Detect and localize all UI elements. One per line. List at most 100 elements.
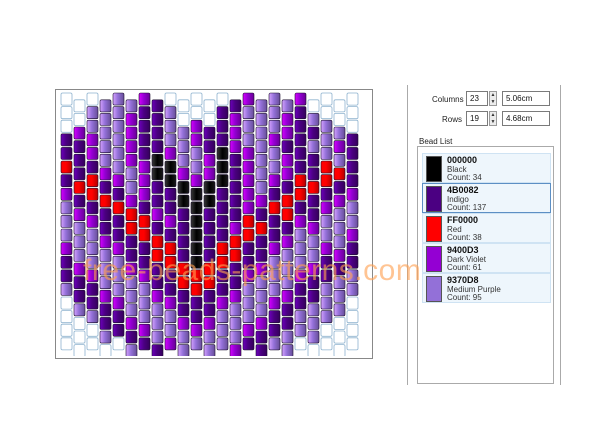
bead[interactable]: [73, 153, 86, 167]
bead[interactable]: [346, 310, 359, 324]
bead[interactable]: [112, 215, 125, 228]
bead[interactable]: [281, 140, 294, 153]
bead[interactable]: [320, 228, 333, 242]
bead[interactable]: [307, 289, 320, 303]
bead[interactable]: [268, 283, 281, 296]
bead[interactable]: [60, 269, 73, 283]
bead[interactable]: [281, 208, 294, 221]
bead[interactable]: [242, 174, 255, 187]
bead[interactable]: [203, 276, 216, 290]
bead[interactable]: [99, 194, 112, 208]
bead[interactable]: [294, 269, 307, 283]
bead[interactable]: [86, 147, 99, 160]
bead[interactable]: [125, 167, 138, 181]
bead[interactable]: [294, 228, 307, 242]
bead[interactable]: [190, 215, 203, 228]
bead[interactable]: [229, 140, 242, 153]
bead[interactable]: [60, 255, 73, 269]
bead[interactable]: [229, 99, 242, 113]
bead[interactable]: [125, 194, 138, 208]
bead[interactable]: [242, 228, 255, 242]
bead[interactable]: [307, 153, 320, 167]
bead[interactable]: [216, 228, 229, 242]
bead[interactable]: [281, 221, 294, 235]
bead[interactable]: [99, 249, 112, 262]
bead[interactable]: [73, 167, 86, 181]
columns-stepper[interactable]: ▲ ▼: [489, 91, 497, 106]
bead[interactable]: [60, 283, 73, 296]
bead[interactable]: [346, 337, 359, 351]
bead[interactable]: [177, 167, 190, 181]
bead[interactable]: [255, 330, 268, 344]
bead[interactable]: [307, 194, 320, 208]
bead[interactable]: [164, 215, 177, 228]
bead[interactable]: [60, 201, 73, 215]
bead[interactable]: [268, 106, 281, 120]
bead[interactable]: [177, 344, 190, 356]
bead[interactable]: [60, 228, 73, 242]
bead[interactable]: [294, 133, 307, 147]
stepper-down-icon[interactable]: ▼: [490, 119, 496, 126]
bead[interactable]: [281, 167, 294, 181]
bead[interactable]: [138, 133, 151, 147]
bead[interactable]: [333, 330, 346, 344]
bead[interactable]: [190, 147, 203, 160]
bead[interactable]: [281, 317, 294, 330]
rows-input[interactable]: 19: [466, 111, 488, 126]
bead[interactable]: [151, 276, 164, 290]
bead[interactable]: [86, 310, 99, 324]
bead[interactable]: [99, 289, 112, 303]
bead[interactable]: [190, 92, 203, 106]
bead-item-dark-violet[interactable]: 9400D3 Dark Violet Count: 61: [422, 243, 551, 273]
bead-item-indigo[interactable]: 4B0082 Indigo Count: 137: [422, 183, 551, 213]
bead[interactable]: [229, 276, 242, 290]
bead[interactable]: [125, 208, 138, 221]
bead[interactable]: [255, 181, 268, 194]
bead[interactable]: [268, 215, 281, 228]
bead[interactable]: [307, 167, 320, 181]
bead[interactable]: [112, 228, 125, 242]
bead[interactable]: [229, 194, 242, 208]
bead[interactable]: [125, 344, 138, 356]
bead[interactable]: [216, 119, 229, 133]
bead[interactable]: [86, 323, 99, 337]
bead[interactable]: [112, 242, 125, 256]
bead[interactable]: [60, 174, 73, 187]
bead[interactable]: [216, 187, 229, 201]
bead[interactable]: [86, 228, 99, 242]
bead[interactable]: [138, 187, 151, 201]
bead[interactable]: [203, 126, 216, 140]
bead[interactable]: [346, 187, 359, 201]
bead[interactable]: [151, 208, 164, 221]
bead[interactable]: [86, 160, 99, 174]
bead[interactable]: [177, 276, 190, 290]
bead[interactable]: [307, 181, 320, 194]
bead[interactable]: [320, 255, 333, 269]
bead[interactable]: [125, 181, 138, 194]
bead[interactable]: [255, 194, 268, 208]
bead[interactable]: [216, 310, 229, 324]
stepper-up-icon[interactable]: ▲: [490, 112, 496, 119]
bead[interactable]: [307, 262, 320, 276]
bead[interactable]: [60, 119, 73, 133]
bead[interactable]: [229, 317, 242, 330]
bead[interactable]: [112, 296, 125, 310]
bead[interactable]: [346, 242, 359, 256]
bead[interactable]: [320, 269, 333, 283]
bead[interactable]: [73, 208, 86, 221]
bead-list[interactable]: 000000 Black Count: 34 4B0082 Indigo Cou…: [417, 146, 554, 384]
bead[interactable]: [242, 296, 255, 310]
stepper-down-icon[interactable]: ▼: [490, 99, 496, 106]
bead[interactable]: [177, 221, 190, 235]
bead[interactable]: [294, 215, 307, 228]
bead[interactable]: [190, 269, 203, 283]
bead[interactable]: [151, 317, 164, 330]
bead[interactable]: [346, 174, 359, 187]
bead[interactable]: [307, 235, 320, 249]
bead[interactable]: [203, 167, 216, 181]
bead[interactable]: [307, 330, 320, 344]
bead[interactable]: [216, 147, 229, 160]
bead[interactable]: [73, 249, 86, 262]
bead[interactable]: [73, 99, 86, 113]
bead[interactable]: [255, 235, 268, 249]
